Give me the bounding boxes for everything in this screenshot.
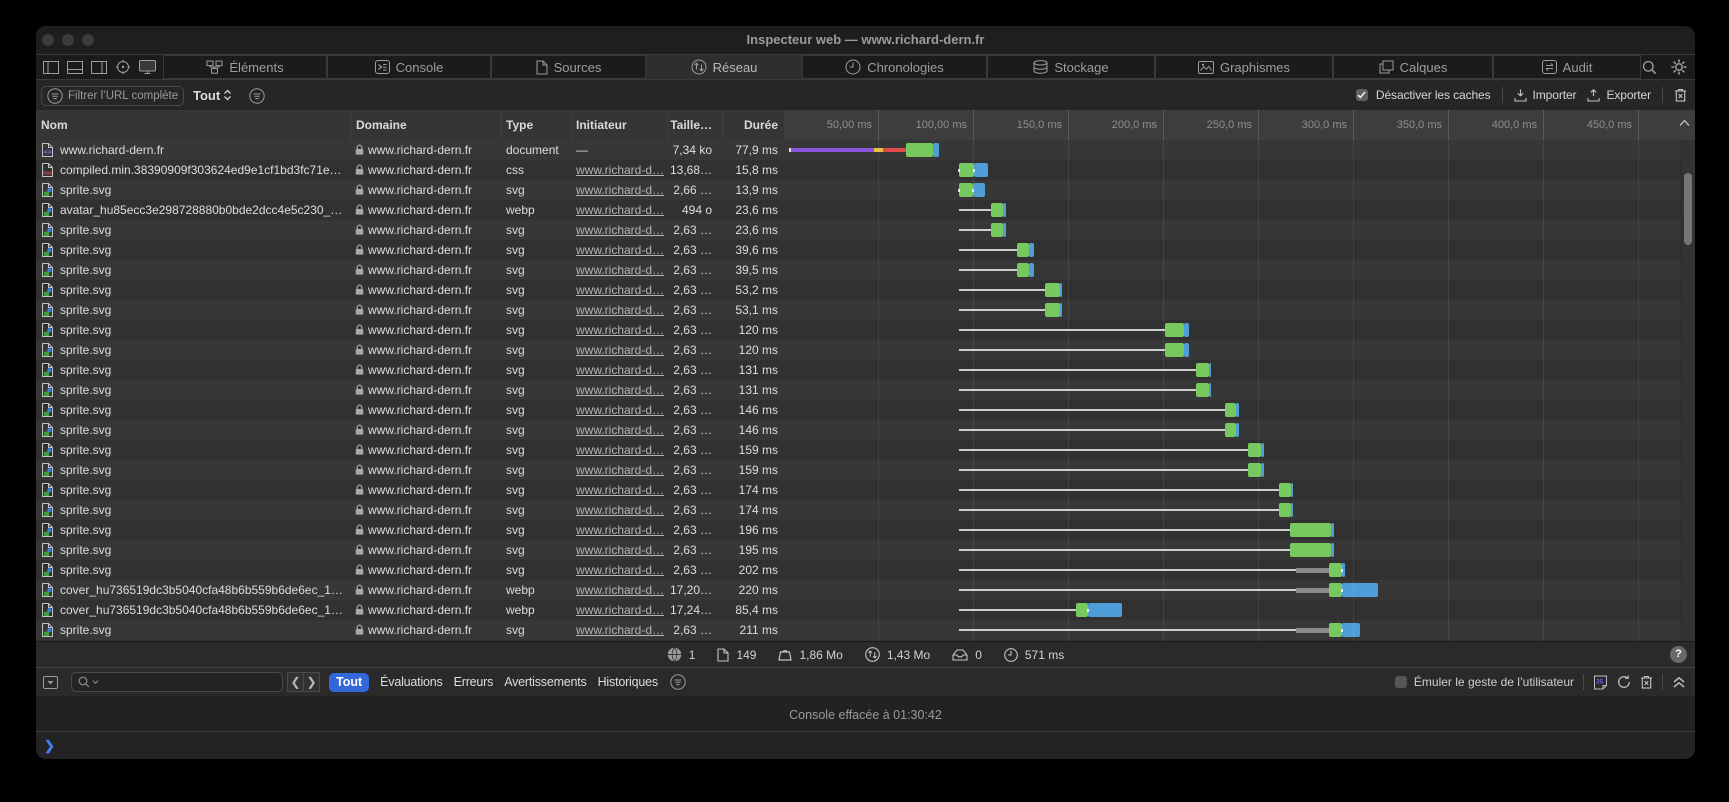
svg-text:css: css bbox=[43, 171, 52, 177]
svg-text:JS: JS bbox=[1596, 679, 1603, 685]
svg-text:<>: <> bbox=[44, 149, 52, 156]
